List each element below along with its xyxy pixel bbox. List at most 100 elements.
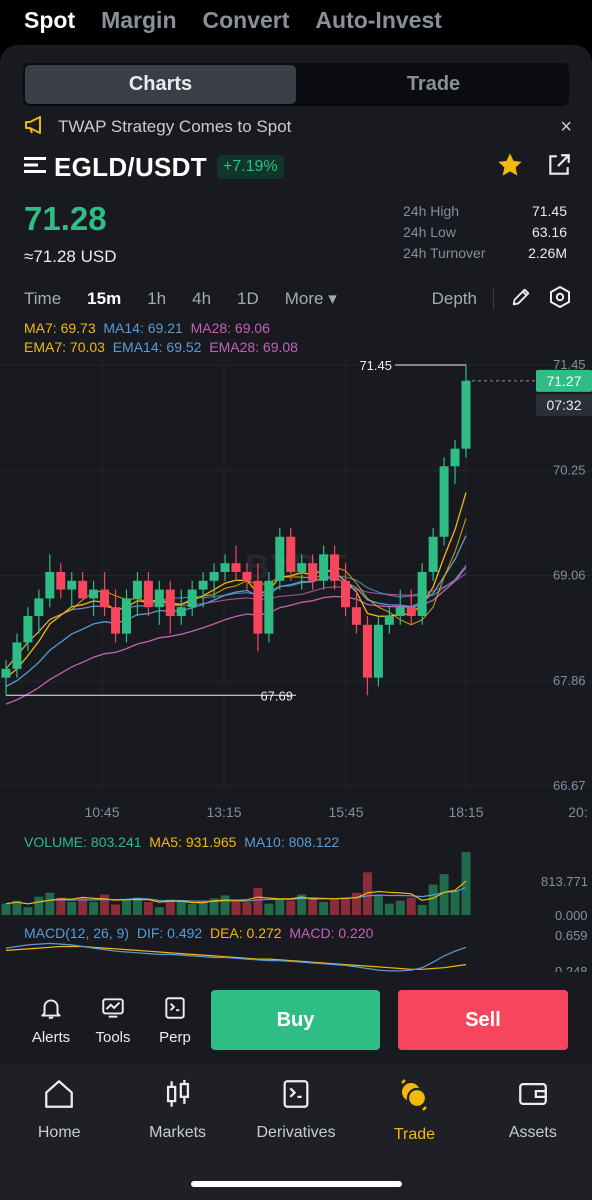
settings-hexagon-icon[interactable] [548,285,572,314]
macd-axis-label: 0.248 [555,964,588,972]
trade-tab[interactable]: Trade [298,63,569,106]
candle-body [384,616,394,625]
macd-value: MACD: 0.220 [289,925,374,941]
stat-label: 24h Turnover [403,245,486,261]
volume-bar [198,901,208,915]
ema7-value: EMA7: 70.03 [24,339,105,355]
macd-dif: DIF: 0.492 [136,925,203,941]
macd-dea: DEA: 0.272 [209,925,282,941]
volume-bar [308,897,318,915]
nav-assets[interactable]: Assets [474,1063,592,1200]
perp-button[interactable]: Perp [144,995,206,1046]
perp-label: Perp [159,1028,191,1046]
tab-convert[interactable]: Convert [203,7,290,34]
ema28-value: EMA28: 69.08 [209,339,298,355]
candle-body [297,563,307,572]
candle-body [450,448,460,467]
time-axis-label: 10:45 [84,804,119,820]
nav-markets[interactable]: Markets [118,1063,236,1200]
candle-body [341,580,351,608]
volume-bar [154,907,164,915]
candle-body [286,536,296,572]
tab-margin[interactable]: Margin [101,7,176,34]
volume-bar [373,894,383,915]
candle-body [67,580,77,590]
stat-label: 24h High [403,203,460,219]
tools-button[interactable]: Tools [82,995,144,1046]
share-external-icon[interactable] [546,152,572,183]
volume-bar [176,900,186,915]
interval-15m[interactable]: 15m [87,289,121,309]
tools-label: Tools [95,1028,131,1046]
home-indicator [191,1181,402,1187]
markets-icon [161,1077,195,1116]
derivatives-icon [279,1077,313,1116]
candle-body [187,589,197,608]
stats-24h: 24h High 71.45 24h Low 63.16 24h Turnove… [403,203,567,266]
candle-body [231,563,241,572]
charts-tab[interactable]: Charts [25,65,296,104]
nav-derivatives[interactable]: Derivatives [237,1063,355,1200]
price-axis-label: 67.86 [553,673,586,688]
macd-title: MACD(12, 26, 9) [24,925,130,941]
chart-svg: BYBIT71.4567.6971.4570.2569.0667.8666.67… [0,360,592,820]
stat-24h-high: 24h High 71.45 [403,203,567,224]
volume-axis-label: 1.63K [555,852,589,853]
stat-24h-low: 24h Low 63.16 [403,224,567,245]
candle-body [330,554,340,581]
volume-bar [231,901,241,915]
candle-body [165,589,175,617]
interval-bar: Time 15m 1h 4h 1D More ▾ Depth [24,285,572,313]
volume-bar [67,901,77,915]
nav-assets-label: Assets [508,1124,557,1141]
megaphone-icon [24,115,46,140]
nav-derivatives-label: Derivatives [256,1124,336,1141]
interval-4h[interactable]: 4h [192,289,211,309]
alerts-button[interactable]: Alerts [20,995,82,1046]
tab-auto-invest[interactable]: Auto-Invest [315,7,442,34]
tab-spot[interactable]: Spot [24,7,75,34]
volume-ma10: MA10: 808.122 [244,834,340,850]
time-axis-label: 13:15 [206,804,241,820]
interval-1h[interactable]: 1h [147,289,166,309]
volume-bar [78,898,88,915]
bell-icon [38,995,64,1025]
volume-bar [450,890,460,915]
nav-home[interactable]: Home [0,1063,118,1200]
candle-body [439,466,449,537]
volume-bar [23,907,33,915]
volume-bar [111,904,121,915]
interval-1d[interactable]: 1D [237,289,259,309]
pencil-icon[interactable] [510,286,532,313]
volume-bar [319,901,329,915]
candle-body [242,571,252,581]
candle-body [198,580,208,590]
volume-ma5: MA5: 931.965 [149,834,237,850]
candle-body [264,580,274,634]
sell-button[interactable]: Sell [398,990,568,1050]
nav-home-label: Home [37,1124,81,1141]
candle-body [406,607,416,617]
volume-bar [34,896,44,915]
close-icon[interactable]: × [560,116,572,139]
candle-body [176,607,186,617]
buy-button[interactable]: Buy [211,990,380,1050]
time-axis-label: 18:15 [448,804,483,820]
volume-bar [220,895,230,915]
depth-tab[interactable]: Depth [432,289,477,309]
interval-time[interactable]: Time [24,289,61,309]
candlestick-chart[interactable]: BYBIT 71.45 67.69 71.45 70.25 69.06 67.86 66.67… [0,360,592,830]
ma14-value: MA14: 69.21 [103,320,183,336]
candle-body [351,607,361,625]
charts-trade-toggle: Charts Trade [23,63,569,106]
favorite-star-icon[interactable] [496,151,524,184]
interval-more[interactable]: More ▾ [285,289,337,309]
promo-banner[interactable]: TWAP Strategy Comes to Spot × [24,113,572,141]
volume-bar [242,902,252,915]
volume-bar [187,904,197,915]
pair-header: EGLD/USDT +7.19% [24,149,572,185]
nav-trade[interactable]: Trade [355,1063,473,1200]
high-marker-label: 71.45 [359,360,392,373]
pair-name[interactable]: EGLD/USDT [54,152,207,183]
volume-bar [417,904,427,915]
